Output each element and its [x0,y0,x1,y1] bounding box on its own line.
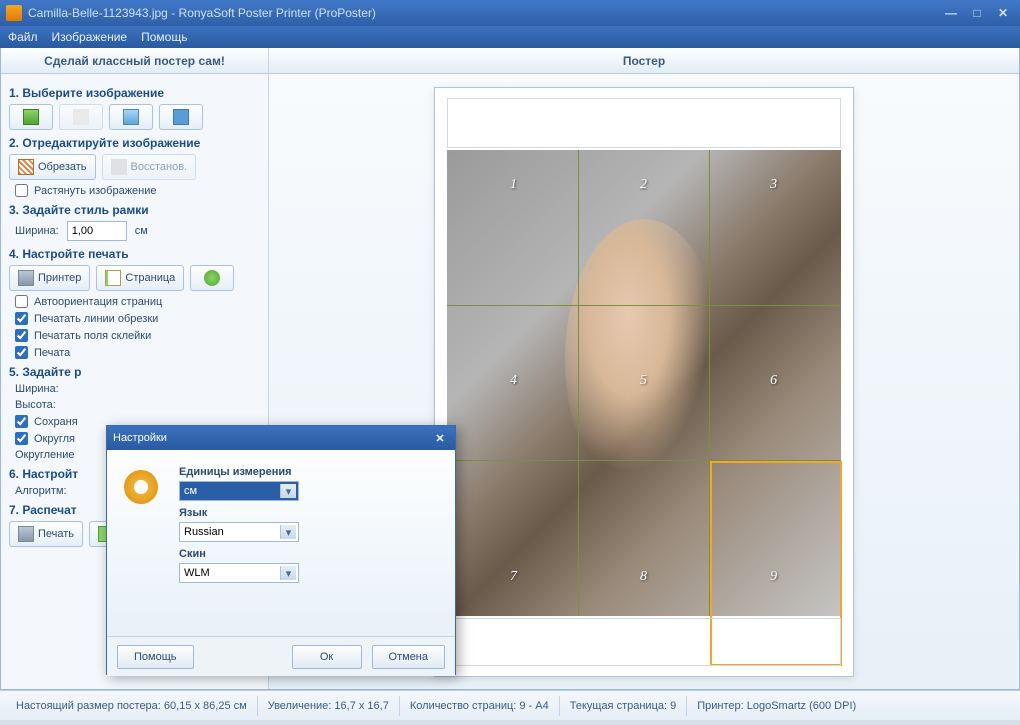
crop-icon [18,159,34,175]
page-settings-button[interactable] [190,265,234,291]
page-icon [105,270,121,286]
maximize-button[interactable]: □ [966,5,988,21]
restore-icon [111,159,127,175]
open-icon [23,109,39,125]
status-printer: Принтер: LogoSmartz (600 DPI) [687,696,1014,716]
chevron-down-icon: ▾ [280,566,296,580]
status-current: Текущая страница: 9 [560,696,687,716]
stretch-label: Растянуть изображение [34,185,157,197]
paste-button[interactable] [59,104,103,130]
round-checkbox[interactable] [15,432,28,445]
tile-4[interactable]: 4 [510,373,517,389]
status-pages: Количество страниц: 9 - A4 [400,696,560,716]
step5-title: 5. Задайте р [9,365,260,379]
print-glue-checkbox[interactable] [15,329,28,342]
skin-label: Скин [179,548,441,560]
frame-width-input[interactable] [67,221,127,241]
poster-page: 1 2 3 4 5 6 7 8 9 [434,87,854,677]
step1-title: 1. Выберите изображение [9,86,260,100]
menu-help[interactable]: Помощь [141,30,187,44]
step2-title: 2. Отредактируйте изображение [9,136,260,150]
status-real-size: Настоящий размер постера: 60,15 x 86,25 … [6,696,258,716]
units-label: Единицы измерения [179,466,441,478]
tile-1[interactable]: 1 [510,177,517,193]
printer-icon [18,270,34,286]
scan-button[interactable] [109,104,153,130]
external-button[interactable] [159,104,203,130]
open-image-button[interactable] [9,104,53,130]
stretch-checkbox[interactable] [15,184,28,197]
step4-title: 4. Настройте печать [9,247,260,261]
auto-orient-checkbox[interactable] [15,295,28,308]
keep-checkbox[interactable] [15,415,28,428]
skin-select[interactable]: WLM▾ [179,563,299,583]
minimize-button[interactable]: — [940,5,962,21]
tile-3[interactable]: 3 [770,177,777,193]
tile-6[interactable]: 6 [770,373,777,389]
settings-gear-icon [120,466,162,508]
chevron-down-icon: ▾ [280,525,296,539]
dialog-close-button[interactable]: ✕ [431,432,449,445]
menu-file[interactable]: Файл [8,30,38,44]
close-button[interactable]: ✕ [992,5,1014,21]
app-icon [6,5,22,21]
dialog-title: Настройки [113,432,431,444]
tile-5[interactable]: 5 [640,373,647,389]
print-button[interactable]: Печать [9,521,83,547]
lang-select[interactable]: Russian▾ [179,522,299,542]
restore-button[interactable]: Восстанов. [102,154,197,180]
menubar: Файл Изображение Помощь [0,26,1020,48]
page-button[interactable]: Страница [96,265,184,291]
paste-icon [73,109,89,125]
dialog-cancel-button[interactable]: Отмена [372,645,445,669]
gear-icon [204,270,220,286]
frame-width-unit: см [135,225,148,237]
statusbar: Настоящий размер постера: 60,15 x 86,25 … [0,690,1020,720]
status-zoom: Увеличение: 16,7 x 16,7 [258,696,400,716]
window-title: Camilla-Belle-1123943.jpg - RonyaSoft Po… [28,6,940,20]
external-icon [173,109,189,125]
print-partial-checkbox[interactable] [15,346,28,359]
units-select[interactable]: см▾ [179,481,299,501]
scan-icon [123,109,139,125]
tile-2[interactable]: 2 [640,177,647,193]
dialog-ok-button[interactable]: Ок [292,645,362,669]
menu-image[interactable]: Изображение [52,30,128,44]
tile-8[interactable]: 8 [640,569,647,585]
tile-7[interactable]: 7 [510,569,517,585]
chevron-down-icon: ▾ [280,484,296,498]
dialog-help-button[interactable]: Помощь [117,645,194,669]
print-cut-checkbox[interactable] [15,312,28,325]
frame-width-label: Ширина: [15,225,59,237]
content-header: Постер [269,48,1019,74]
settings-dialog: Настройки ✕ Единицы измерения см▾ Язык R… [106,425,456,675]
titlebar: Camilla-Belle-1123943.jpg - RonyaSoft Po… [0,0,1020,26]
print-icon [18,526,34,542]
sidebar-header: Сделай классный постер сам! [1,48,268,74]
dialog-titlebar[interactable]: Настройки ✕ [107,426,455,450]
lang-label: Язык [179,507,441,519]
printer-button[interactable]: Принтер [9,265,90,291]
step3-title: 3. Задайте стиль рамки [9,203,260,217]
crop-button[interactable]: Обрезать [9,154,96,180]
